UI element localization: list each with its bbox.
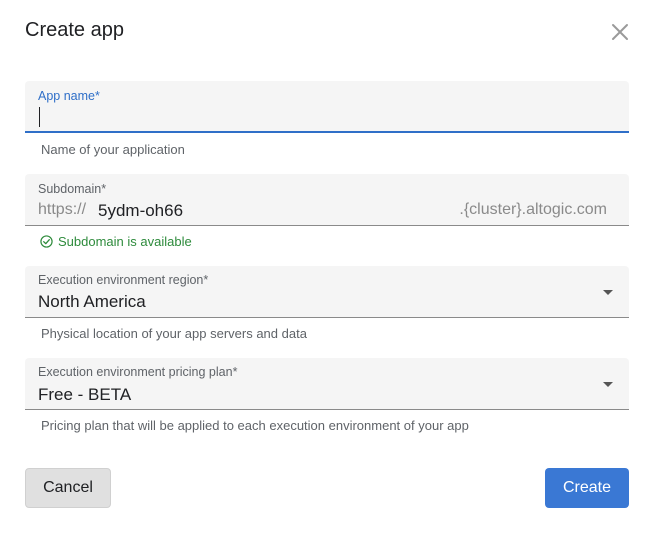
subdomain-prefix: https:// xyxy=(38,201,87,218)
dialog-title: Create app xyxy=(25,19,124,41)
chevron-down-icon[interactable] xyxy=(603,382,613,387)
chevron-down-icon[interactable] xyxy=(603,290,613,295)
close-button[interactable] xyxy=(608,20,632,44)
region-label: Execution environment region* xyxy=(38,273,209,287)
close-icon xyxy=(612,24,628,40)
cancel-button[interactable]: Cancel xyxy=(25,468,111,508)
app-name-helper: Name of your application xyxy=(41,142,185,157)
create-button[interactable]: Create xyxy=(545,468,629,508)
subdomain-suffix: .{cluster}.altogic.com xyxy=(459,201,607,218)
region-helper: Physical location of your app servers an… xyxy=(41,326,307,341)
region-selected-value: North America xyxy=(38,292,146,311)
app-name-field[interactable]: App name* xyxy=(25,81,629,133)
text-cursor xyxy=(39,107,40,127)
pricing-plan-selected-value: Free - BETA xyxy=(38,385,132,404)
subdomain-field[interactable]: Subdomain* https:// 5ydm-oh66 .{cluster}… xyxy=(25,174,629,226)
subdomain-value: 5ydm-oh66 xyxy=(98,201,184,220)
check-circle-icon xyxy=(40,235,53,248)
pricing-plan-helper: Pricing plan that will be applied to eac… xyxy=(41,418,469,433)
subdomain-label: Subdomain* xyxy=(38,182,107,196)
subdomain-status-text: Subdomain is available xyxy=(58,234,192,249)
pricing-plan-select[interactable]: Execution environment pricing plan* Free… xyxy=(25,358,629,410)
app-name-label: App name* xyxy=(38,89,100,103)
subdomain-status: Subdomain is available xyxy=(40,234,192,249)
region-select[interactable]: Execution environment region* North Amer… xyxy=(25,266,629,318)
pricing-plan-label: Execution environment pricing plan* xyxy=(38,365,238,379)
